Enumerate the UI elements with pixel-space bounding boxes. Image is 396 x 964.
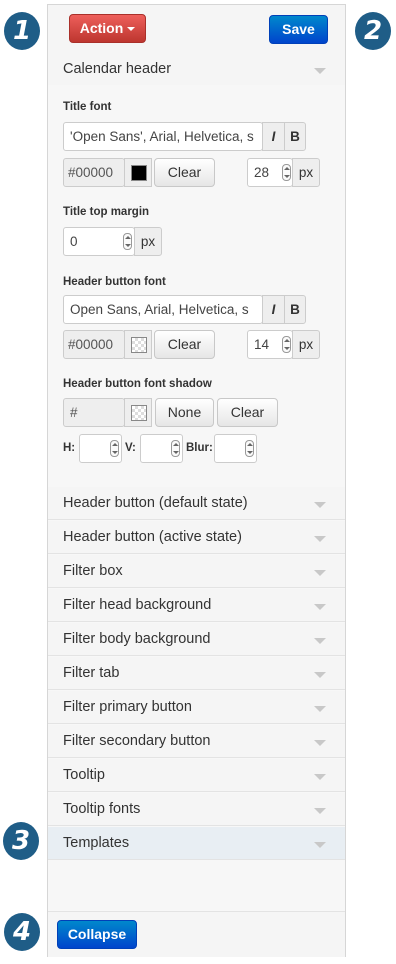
section-calendar-header[interactable]: Calendar header — [48, 53, 345, 86]
callout-3: 3 — [3, 822, 39, 860]
shadow-h-label: H: — [63, 442, 76, 454]
shadow-h-input[interactable] — [79, 434, 122, 463]
shadow-clear-button[interactable]: Clear — [217, 398, 278, 427]
section-label: Tooltip fonts — [63, 801, 141, 817]
chevron-down-icon — [314, 502, 326, 508]
chevron-down-icon — [314, 842, 326, 848]
chevron-down-icon — [314, 774, 326, 780]
section-filter-primary-button[interactable]: Filter primary button — [48, 691, 345, 724]
spinner-icon[interactable] — [110, 440, 119, 457]
shadow-v-label: V: — [125, 442, 136, 454]
header-button-color-clear-button[interactable]: Clear — [154, 330, 215, 359]
title-italic-button[interactable]: I — [262, 122, 285, 151]
header-button-color-swatch[interactable] — [124, 330, 152, 359]
title-top-margin-label: Title top margin — [63, 206, 150, 218]
section-header-button-active[interactable]: Header button (active state) — [48, 521, 345, 554]
color-swatch-black — [131, 165, 147, 181]
chevron-down-icon — [314, 706, 326, 712]
style-editor-panel: Action Save Calendar header Title font '… — [47, 4, 346, 957]
shadow-blur-input[interactable] — [214, 434, 257, 463]
section-label: Calendar header — [63, 61, 172, 77]
title-font-input[interactable]: 'Open Sans', Arial, Helvetica, s — [63, 122, 263, 151]
shadow-v-input[interactable] — [140, 434, 183, 463]
caret-down-icon — [127, 27, 136, 32]
title-size-unit: px — [292, 158, 320, 187]
chevron-down-icon — [314, 638, 326, 644]
callout-1: 1 — [4, 12, 40, 50]
section-label: Filter box — [63, 563, 123, 579]
header-button-font-shadow-label: Header button font shadow — [63, 378, 212, 390]
chevron-down-icon — [314, 68, 326, 74]
section-label: Header button (active state) — [63, 529, 242, 545]
chevron-down-icon — [314, 808, 326, 814]
chevron-down-icon — [314, 536, 326, 542]
section-filter-box[interactable]: Filter box — [48, 555, 345, 588]
header-button-font-label: Header button font — [63, 276, 166, 288]
title-font-label: Title font — [63, 101, 112, 113]
spinner-icon[interactable] — [282, 164, 291, 181]
header-button-size-value: 14 — [254, 337, 270, 352]
panel-footer: Collapse — [48, 911, 345, 957]
save-button[interactable]: Save — [269, 15, 328, 44]
title-bold-button[interactable]: B — [284, 122, 306, 151]
chevron-down-icon — [314, 570, 326, 576]
section-label: Filter head background — [63, 597, 212, 613]
spinner-icon[interactable] — [123, 233, 132, 250]
chevron-down-icon — [314, 604, 326, 610]
title-top-margin-input[interactable]: 0 — [63, 227, 135, 256]
section-tooltip[interactable]: Tooltip — [48, 759, 345, 792]
header-button-font-input[interactable]: Open Sans, Arial, Helvetica, s — [63, 295, 263, 324]
title-color-swatch[interactable] — [124, 158, 152, 187]
action-label: Action — [79, 20, 124, 36]
section-header-button-default[interactable]: Header button (default state) — [48, 487, 345, 520]
chevron-down-icon — [314, 740, 326, 746]
section-label: Filter body background — [63, 631, 211, 647]
callout-2: 2 — [355, 12, 391, 50]
section-label: Tooltip — [63, 767, 105, 783]
section-label: Filter tab — [63, 665, 120, 681]
title-top-margin-value: 0 — [70, 234, 78, 249]
section-tooltip-fonts[interactable]: Tooltip fonts — [48, 793, 345, 826]
title-size-value: 28 — [254, 165, 270, 180]
spinner-icon[interactable] — [282, 336, 291, 353]
spinner-icon[interactable] — [245, 440, 254, 457]
spinner-icon[interactable] — [171, 440, 180, 457]
section-label: Filter primary button — [63, 699, 192, 715]
calendar-header-settings: Title font 'Open Sans', Arial, Helvetica… — [48, 85, 345, 488]
chevron-down-icon — [314, 672, 326, 678]
title-top-margin-unit: px — [134, 227, 162, 256]
section-templates[interactable]: Templates — [48, 827, 345, 860]
collapse-button[interactable]: Collapse — [57, 920, 137, 949]
action-dropdown-button[interactable]: Action — [69, 14, 146, 43]
section-label: Templates — [63, 835, 130, 851]
shadow-color-input[interactable]: # — [63, 398, 125, 427]
callout-4: 4 — [4, 913, 40, 951]
toolbar: Action Save — [48, 5, 345, 54]
shadow-none-button[interactable]: None — [155, 398, 214, 427]
section-label: Header button (default state) — [63, 495, 248, 511]
header-button-italic-button[interactable]: I — [262, 295, 285, 324]
transparent-swatch-icon — [131, 337, 147, 353]
section-filter-head-background[interactable]: Filter head background — [48, 589, 345, 622]
shadow-blur-label: Blur: — [186, 442, 213, 454]
section-filter-body-background[interactable]: Filter body background — [48, 623, 345, 656]
header-button-size-input[interactable]: 14 — [247, 330, 293, 359]
header-button-size-unit: px — [292, 330, 320, 359]
section-filter-secondary-button[interactable]: Filter secondary button — [48, 725, 345, 758]
shadow-color-swatch[interactable] — [124, 398, 152, 427]
title-color-input[interactable]: #00000 — [63, 158, 125, 187]
section-filter-tab[interactable]: Filter tab — [48, 657, 345, 690]
header-button-bold-button[interactable]: B — [284, 295, 306, 324]
title-size-input[interactable]: 28 — [247, 158, 293, 187]
transparent-swatch-icon — [131, 405, 147, 421]
header-button-color-input[interactable]: #00000 — [63, 330, 125, 359]
section-label: Filter secondary button — [63, 733, 211, 749]
title-color-clear-button[interactable]: Clear — [154, 158, 215, 187]
